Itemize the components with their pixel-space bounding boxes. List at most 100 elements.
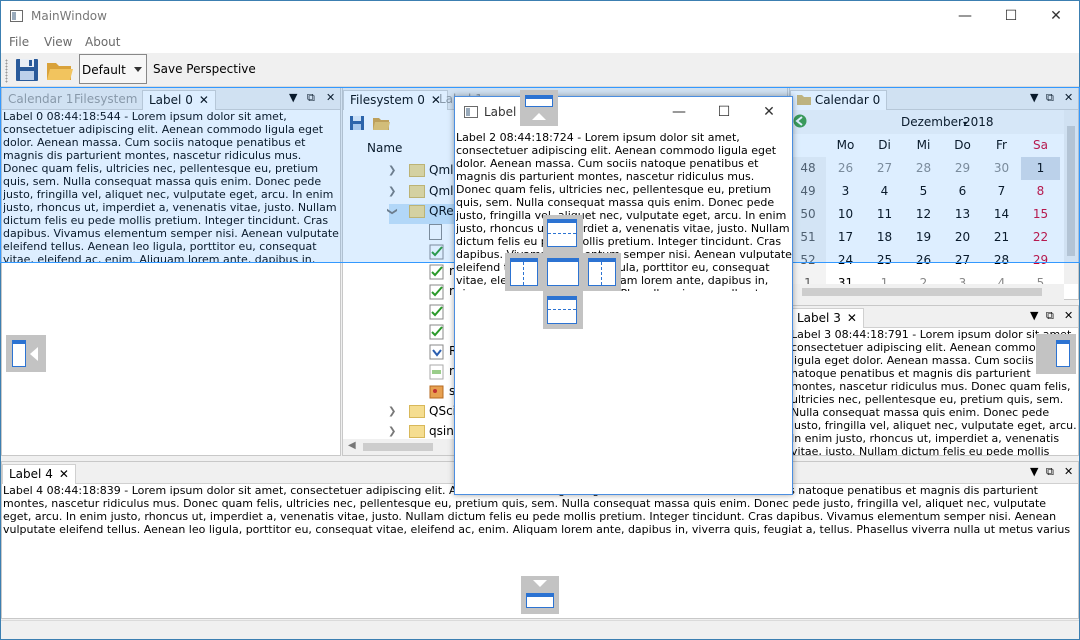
calendar-day[interactable]: 5 <box>1021 272 1060 284</box>
calendar-day[interactable]: 27 <box>943 249 982 272</box>
window-title: MainWindow <box>31 9 107 23</box>
label-3-text: Label 3 08:44:18:791 - Lorem ipsum dolor… <box>791 328 1077 455</box>
drop-zone-top <box>543 215 583 253</box>
dock-drop-indicator-right <box>1036 334 1076 374</box>
calendar-day[interactable]: 1 <box>865 272 904 284</box>
tree-item-label: Qml <box>429 184 454 198</box>
calendar-day[interactable]: 12 <box>904 203 943 226</box>
calendar-day[interactable]: 27 <box>865 157 904 180</box>
close-icon[interactable]: ✕ <box>1064 465 1073 478</box>
calendar-day[interactable]: 31 <box>826 272 865 284</box>
week-number: 49 <box>790 180 826 203</box>
tab-label-4[interactable]: Label 4 ✕ <box>2 464 76 484</box>
tab-calendar-0[interactable]: Calendar 0 <box>790 90 888 110</box>
calendar-day[interactable]: 5 <box>904 180 943 203</box>
undock-icon[interactable]: ⧉ <box>307 91 315 105</box>
calendar-day[interactable]: 8 <box>1021 180 1060 203</box>
folder-open-icon[interactable] <box>372 115 390 131</box>
tab-label-0[interactable]: Label 0 ✕ <box>142 90 216 110</box>
calendar-day[interactable]: 18 <box>865 226 904 249</box>
folder-icon <box>409 405 425 418</box>
calendar-day[interactable]: 20 <box>943 226 982 249</box>
month-selector[interactable]: Dezember▾ <box>901 115 967 129</box>
close-icon[interactable]: ✕ <box>1064 309 1073 322</box>
close-icon[interactable]: ✕ <box>1064 91 1073 104</box>
horizontal-scrollbar[interactable]: ◀ <box>343 439 455 455</box>
chevron-down-icon[interactable]: ▼ <box>289 91 297 104</box>
close-icon[interactable]: ✕ <box>326 91 335 104</box>
arrow-left-icon[interactable] <box>793 114 807 128</box>
arrow-left-icon[interactable]: ◀ <box>348 440 356 451</box>
chevron-right-icon[interactable]: ❯ <box>388 165 396 176</box>
column-header-name[interactable]: Name <box>367 141 402 155</box>
floppy-disk-icon[interactable] <box>349 115 365 131</box>
calendar-day[interactable]: 30 <box>982 157 1021 180</box>
calendar-day[interactable]: 17 <box>826 226 865 249</box>
year-spinner[interactable]: 2018 <box>963 115 994 129</box>
scrollbar-thumb[interactable] <box>802 288 1042 296</box>
tree-item-selected[interactable]: ❯ QRe <box>387 204 455 224</box>
calendar-day[interactable]: 10 <box>826 203 865 226</box>
calendar-day[interactable]: 2 <box>904 272 943 284</box>
close-button[interactable]: ✕ <box>1033 1 1079 31</box>
chevron-down-icon[interactable]: ▼ <box>1030 309 1038 322</box>
calendar-day[interactable]: 13 <box>943 203 982 226</box>
calendar-day[interactable]: 7 <box>982 180 1021 203</box>
calendar-day[interactable]: 29 <box>943 157 982 180</box>
save-perspective-button[interactable]: Save Perspective <box>153 62 256 76</box>
scrollbar-thumb[interactable] <box>1067 126 1075 256</box>
calendar-day[interactable]: 15 <box>1021 203 1060 226</box>
calendar-day[interactable]: 22 <box>1021 226 1060 249</box>
calendar-day[interactable]: 28 <box>904 157 943 180</box>
minimize-button[interactable]: — <box>656 97 702 127</box>
calendar-day[interactable]: 6 <box>943 180 982 203</box>
undock-icon[interactable]: ⧉ <box>1046 91 1054 105</box>
calendar-day[interactable]: 3 <box>943 272 982 284</box>
tree-item-label: Qml <box>429 163 454 177</box>
scrollbar-thumb[interactable] <box>363 443 433 451</box>
menu-about[interactable]: About <box>85 35 120 49</box>
close-icon[interactable]: ✕ <box>847 311 857 325</box>
floating-title-bar[interactable]: Label 2 — ☐ ✕ <box>455 97 792 127</box>
calendar-day[interactable]: 4 <box>865 180 904 203</box>
calendar-day[interactable]: 29 <box>1021 249 1060 272</box>
tab-label-3[interactable]: Label 3 ✕ <box>790 308 864 328</box>
vertical-scrollbar[interactable] <box>1064 110 1078 284</box>
undock-icon[interactable]: ⧉ <box>1046 465 1054 479</box>
save-button[interactable] <box>12 55 42 85</box>
undock-icon[interactable]: ⧉ <box>1046 309 1054 323</box>
close-button[interactable]: ✕ <box>746 97 792 127</box>
open-button[interactable] <box>44 55 74 85</box>
menu-file[interactable]: File <box>9 35 29 49</box>
close-icon[interactable]: ✕ <box>199 93 209 107</box>
toolbar-grip[interactable] <box>5 59 8 83</box>
horizontal-scrollbar[interactable] <box>790 284 1064 300</box>
perspective-combo[interactable]: Default <box>79 54 147 84</box>
tab-label: Filesystem 0 <box>350 93 425 107</box>
calendar-day-selected[interactable]: 1 <box>1021 157 1060 180</box>
week-number: 51 <box>790 226 826 249</box>
calendar-day[interactable]: 3 <box>826 180 865 203</box>
calendar-day[interactable]: 26 <box>826 157 865 180</box>
chevron-down-icon[interactable]: ❯ <box>387 207 398 215</box>
chevron-right-icon[interactable]: ❯ <box>388 426 396 437</box>
calendar-day[interactable]: 25 <box>865 249 904 272</box>
maximize-button[interactable]: ☐ <box>988 1 1034 31</box>
chevron-down-icon[interactable]: ▼ <box>1030 91 1038 104</box>
calendar-day[interactable]: 11 <box>865 203 904 226</box>
calendar-day[interactable]: 28 <box>982 249 1021 272</box>
title-bar[interactable]: MainWindow — ☐ ✕ <box>1 1 1079 31</box>
close-icon[interactable]: ✕ <box>59 467 69 481</box>
calendar-day[interactable]: 14 <box>982 203 1021 226</box>
chevron-right-icon[interactable]: ❯ <box>388 406 396 417</box>
calendar-day[interactable]: 4 <box>982 272 1021 284</box>
calendar-day[interactable]: 21 <box>982 226 1021 249</box>
chevron-down-icon[interactable]: ▼ <box>1030 465 1038 478</box>
maximize-button[interactable]: ☐ <box>701 97 747 127</box>
calendar-day[interactable]: 19 <box>904 226 943 249</box>
minimize-button[interactable]: — <box>942 1 988 31</box>
calendar-day[interactable]: 24 <box>826 249 865 272</box>
menu-view[interactable]: View <box>44 35 72 49</box>
calendar-day[interactable]: 26 <box>904 249 943 272</box>
chevron-right-icon[interactable]: ❯ <box>388 186 396 197</box>
